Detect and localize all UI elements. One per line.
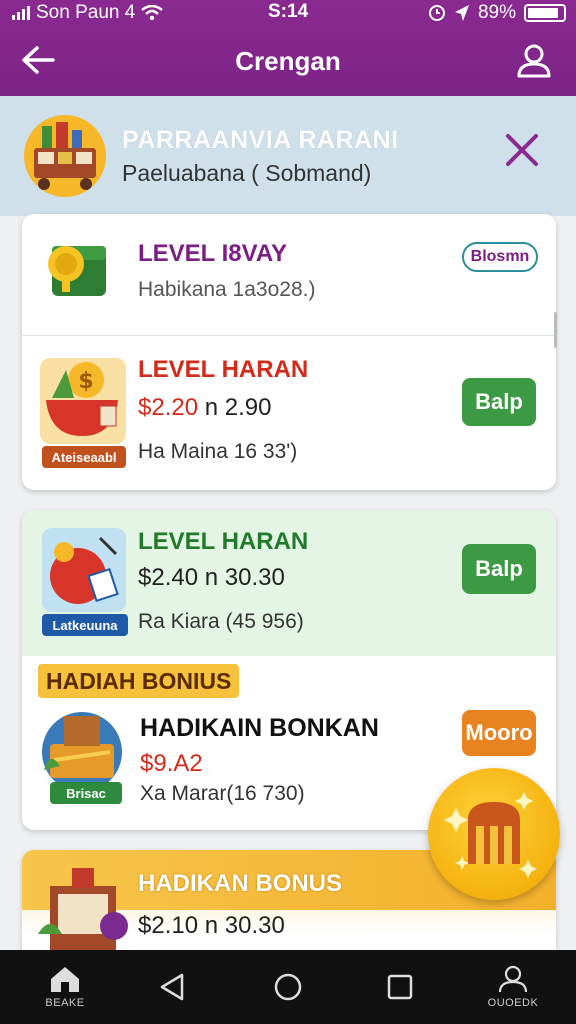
price-amount: $2.10 [138, 912, 199, 939]
battery-percent: 89% [477, 2, 516, 23]
bottom-navigation: BEAKE OUOEDK [0, 950, 576, 1024]
level-price: $2.10 n 30.30 [138, 912, 285, 940]
profile-button[interactable] [514, 40, 554, 80]
gift-icon [36, 864, 132, 959]
person-icon [498, 965, 528, 993]
price-amount: $2.40 [138, 564, 199, 591]
nav-home-label: BEAKE [45, 997, 85, 1009]
system-home-button[interactable] [266, 950, 310, 1024]
level-meta: Xa Marar(16 730) [140, 782, 305, 805]
wifi-icon [141, 5, 164, 21]
price-amount: $2.20 [138, 394, 199, 421]
user-icon [517, 44, 551, 78]
page-title: Crengan [235, 46, 341, 76]
price-range: n 30.30 [198, 912, 285, 939]
level-card-group: LEVEL I8VAY Habikana 1a3o28.) Blosmn $ A… [22, 214, 556, 490]
level-meta: Ra Kiara (45 956) [138, 610, 304, 633]
level-status-button[interactable]: Blosmn [462, 242, 538, 272]
bonus-section-label: HADIAH BONIUS [38, 664, 240, 698]
item-tag: Latkeuuna [42, 614, 128, 636]
price-range: n 30.30 [198, 564, 285, 591]
status-bar: Son Paun 4 S:14 89% [0, 0, 576, 26]
level-title: HADIKAIN BONKAN [140, 714, 379, 742]
list-item[interactable]: $ Ateiseaabl LEVEL HARAN $2.20 n 2.90 Ha… [22, 336, 556, 490]
level-price: $2.40 n 30.30 [138, 564, 285, 592]
reward-gate-icon [444, 792, 537, 878]
circle-home-icon [274, 973, 302, 1001]
home-icon [51, 967, 79, 992]
level-meta: Ha Maina 16 33') [138, 440, 298, 463]
reward-fab[interactable] [428, 768, 560, 900]
section-label-text: HADIAH BONIUS [46, 667, 232, 694]
level-title: LEVEL HARAN [138, 528, 309, 555]
item-tag: Brisac [50, 782, 122, 804]
item-tag: Ateiseaabl [42, 446, 126, 468]
banner-title: PARRAANVIA RARANI [122, 126, 399, 154]
alarm-icon [428, 5, 445, 21]
fruit-bag-icon [42, 528, 126, 617]
clock: S:14 [268, 1, 309, 22]
location-icon [454, 5, 469, 21]
nav-profile[interactable]: OUOEDK [476, 950, 550, 1024]
more-button[interactable]: Mooro [462, 710, 536, 756]
system-back-button[interactable] [150, 950, 194, 1024]
signal-icon [12, 6, 30, 20]
triangle-back-icon [160, 973, 184, 1001]
level-meta: Habikana 1a3o28.) [138, 278, 316, 301]
level-title: HADIKAN BONUS [138, 870, 342, 897]
banner-close-button[interactable] [502, 130, 542, 170]
nav-home[interactable]: BEAKE [28, 950, 102, 1024]
level-title: LEVEL HARAN [138, 356, 309, 383]
buy-button[interactable]: Balp [462, 544, 536, 594]
battery-icon [524, 4, 566, 22]
shop-stall-icon [24, 112, 106, 200]
buy-button[interactable]: Balp [462, 378, 536, 426]
system-recent-button[interactable] [378, 950, 422, 1024]
nav-profile-label: OUOEDK [487, 997, 539, 1009]
carrier-label: Son Paun 4 [36, 2, 136, 23]
level-title: LEVEL I8VAY [138, 240, 287, 267]
svg-text:$: $ [78, 369, 93, 394]
close-icon [506, 134, 538, 166]
wallet-icon [44, 238, 110, 305]
scrollbar[interactable] [554, 312, 557, 348]
list-item[interactable]: LEVEL I8VAY Habikana 1a3o28.) Blosmn [22, 214, 556, 336]
square-recent-icon [387, 974, 413, 1000]
level-price: $9.A2 [140, 750, 203, 777]
app-header: Son Paun 4 S:14 89% Crengan [0, 0, 576, 96]
banner-subtitle: Paeluabana ( Sobmand) [122, 160, 372, 186]
price-range: n 2.90 [198, 394, 272, 421]
level-price: $2.20 n 2.90 [138, 394, 271, 422]
battery-level [528, 8, 559, 18]
list-item[interactable]: Latkeuuna LEVEL HARAN $2.40 n 30.30 Ra K… [22, 510, 556, 656]
money-bag-icon: $ [40, 358, 126, 449]
